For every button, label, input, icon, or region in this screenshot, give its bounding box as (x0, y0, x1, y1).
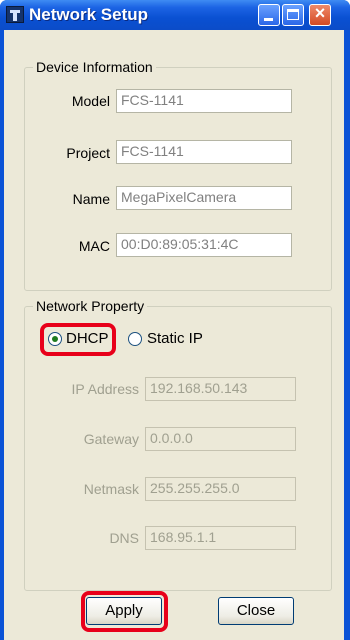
device-information-legend: Device Information (33, 59, 156, 75)
dialog-client-area: Device Information Model FCS-1141 Projec… (4, 30, 344, 640)
network-setup-window: Network Setup × Device Information Model… (0, 0, 350, 640)
network-property-legend: Network Property (33, 298, 148, 314)
gateway-field[interactable]: 0.0.0.0 (145, 427, 296, 451)
close-button[interactable]: Close (218, 597, 294, 625)
name-field: MegaPixelCamera (116, 186, 292, 210)
netmask-label: Netmask (83, 481, 139, 497)
gateway-label: Gateway (83, 431, 139, 447)
dhcp-highlight-box (40, 323, 116, 356)
model-label: Model (71, 93, 110, 109)
ip-address-field[interactable]: 192.168.50.143 (145, 377, 296, 401)
close-window-button[interactable]: × (309, 3, 331, 26)
static-ip-label[interactable]: Static IP (147, 330, 203, 347)
window-title: Network Setup (29, 5, 149, 24)
project-label: Project (66, 145, 110, 161)
project-field: FCS-1141 (116, 140, 292, 164)
minimize-button[interactable] (258, 4, 280, 26)
dns-field[interactable]: 168.95.1.1 (145, 526, 296, 550)
maximize-button[interactable] (282, 4, 304, 26)
app-icon (6, 6, 24, 23)
name-label: Name (72, 191, 110, 207)
ip-address-label: IP Address (71, 381, 139, 397)
mac-field: 00:D0:89:05:31:4C (116, 233, 292, 257)
model-field: FCS-1141 (116, 89, 292, 113)
netmask-field[interactable]: 255.255.255.0 (145, 477, 296, 501)
static-ip-radio[interactable] (128, 332, 142, 346)
mac-label: MAC (78, 238, 110, 254)
dns-label: DNS (109, 530, 139, 546)
close-icon: × (314, 3, 326, 23)
apply-highlight-box (81, 591, 168, 632)
title-bar[interactable]: Network Setup × (0, 0, 350, 30)
